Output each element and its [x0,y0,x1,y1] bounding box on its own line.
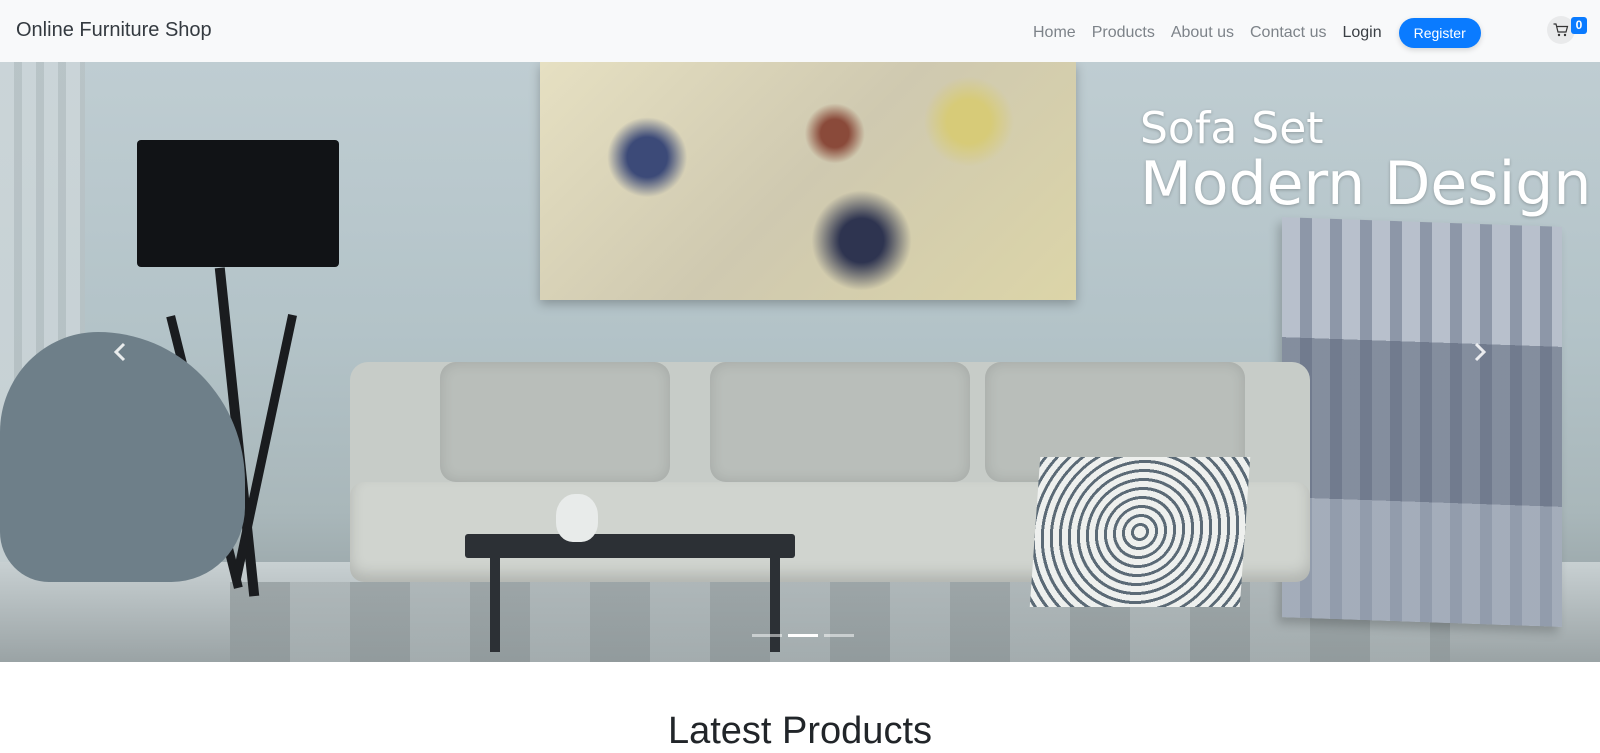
nav-link-products[interactable]: Products [1092,24,1155,42]
brand-link[interactable]: Online Furniture Shop [16,19,212,42]
carousel-indicator[interactable] [752,634,782,637]
carousel-prev-button[interactable] [100,332,140,372]
latest-products-heading: Latest Products [667,710,933,752]
nav-link-contact[interactable]: Contact us [1250,24,1326,42]
city-painting-image [1282,217,1562,627]
abstract-painting-image [540,62,1076,300]
login-link[interactable]: Login [1342,24,1381,42]
hero-title-line2: Modern Design [1140,149,1592,219]
navbar: Online Furniture Shop Home Products Abou… [0,0,1600,62]
floor-lamp-image [137,140,339,267]
rug-image [230,582,1450,662]
nav-link-home[interactable]: Home [1033,24,1076,42]
carousel-indicator-active[interactable] [788,634,818,637]
nav-links: Home Products About us Contact us Login … [1033,18,1481,48]
sofa-cushion [440,362,670,482]
sofa-cushion [710,362,970,482]
hero-carousel: Sofa Set Modern Design [0,62,1600,662]
table-leg [490,558,500,652]
hero-caption: Sofa Set Modern Design [1140,103,1592,219]
carousel-next-button[interactable] [1460,332,1500,372]
carousel-indicator[interactable] [824,634,854,637]
shopping-cart-icon [1553,23,1569,37]
vase-image [556,494,598,542]
coffee-table-image [465,534,795,558]
hero-title-line1: Sofa Set [1140,103,1324,154]
cart-count-badge: 0 [1571,17,1587,34]
chevron-right-icon [1474,342,1487,362]
carousel-indicators [749,634,857,637]
throw-blanket-image [1029,457,1251,607]
nav-link-about[interactable]: About us [1171,24,1234,42]
chevron-left-icon [113,342,126,362]
register-button[interactable]: Register [1398,18,1481,48]
table-leg [770,558,780,652]
